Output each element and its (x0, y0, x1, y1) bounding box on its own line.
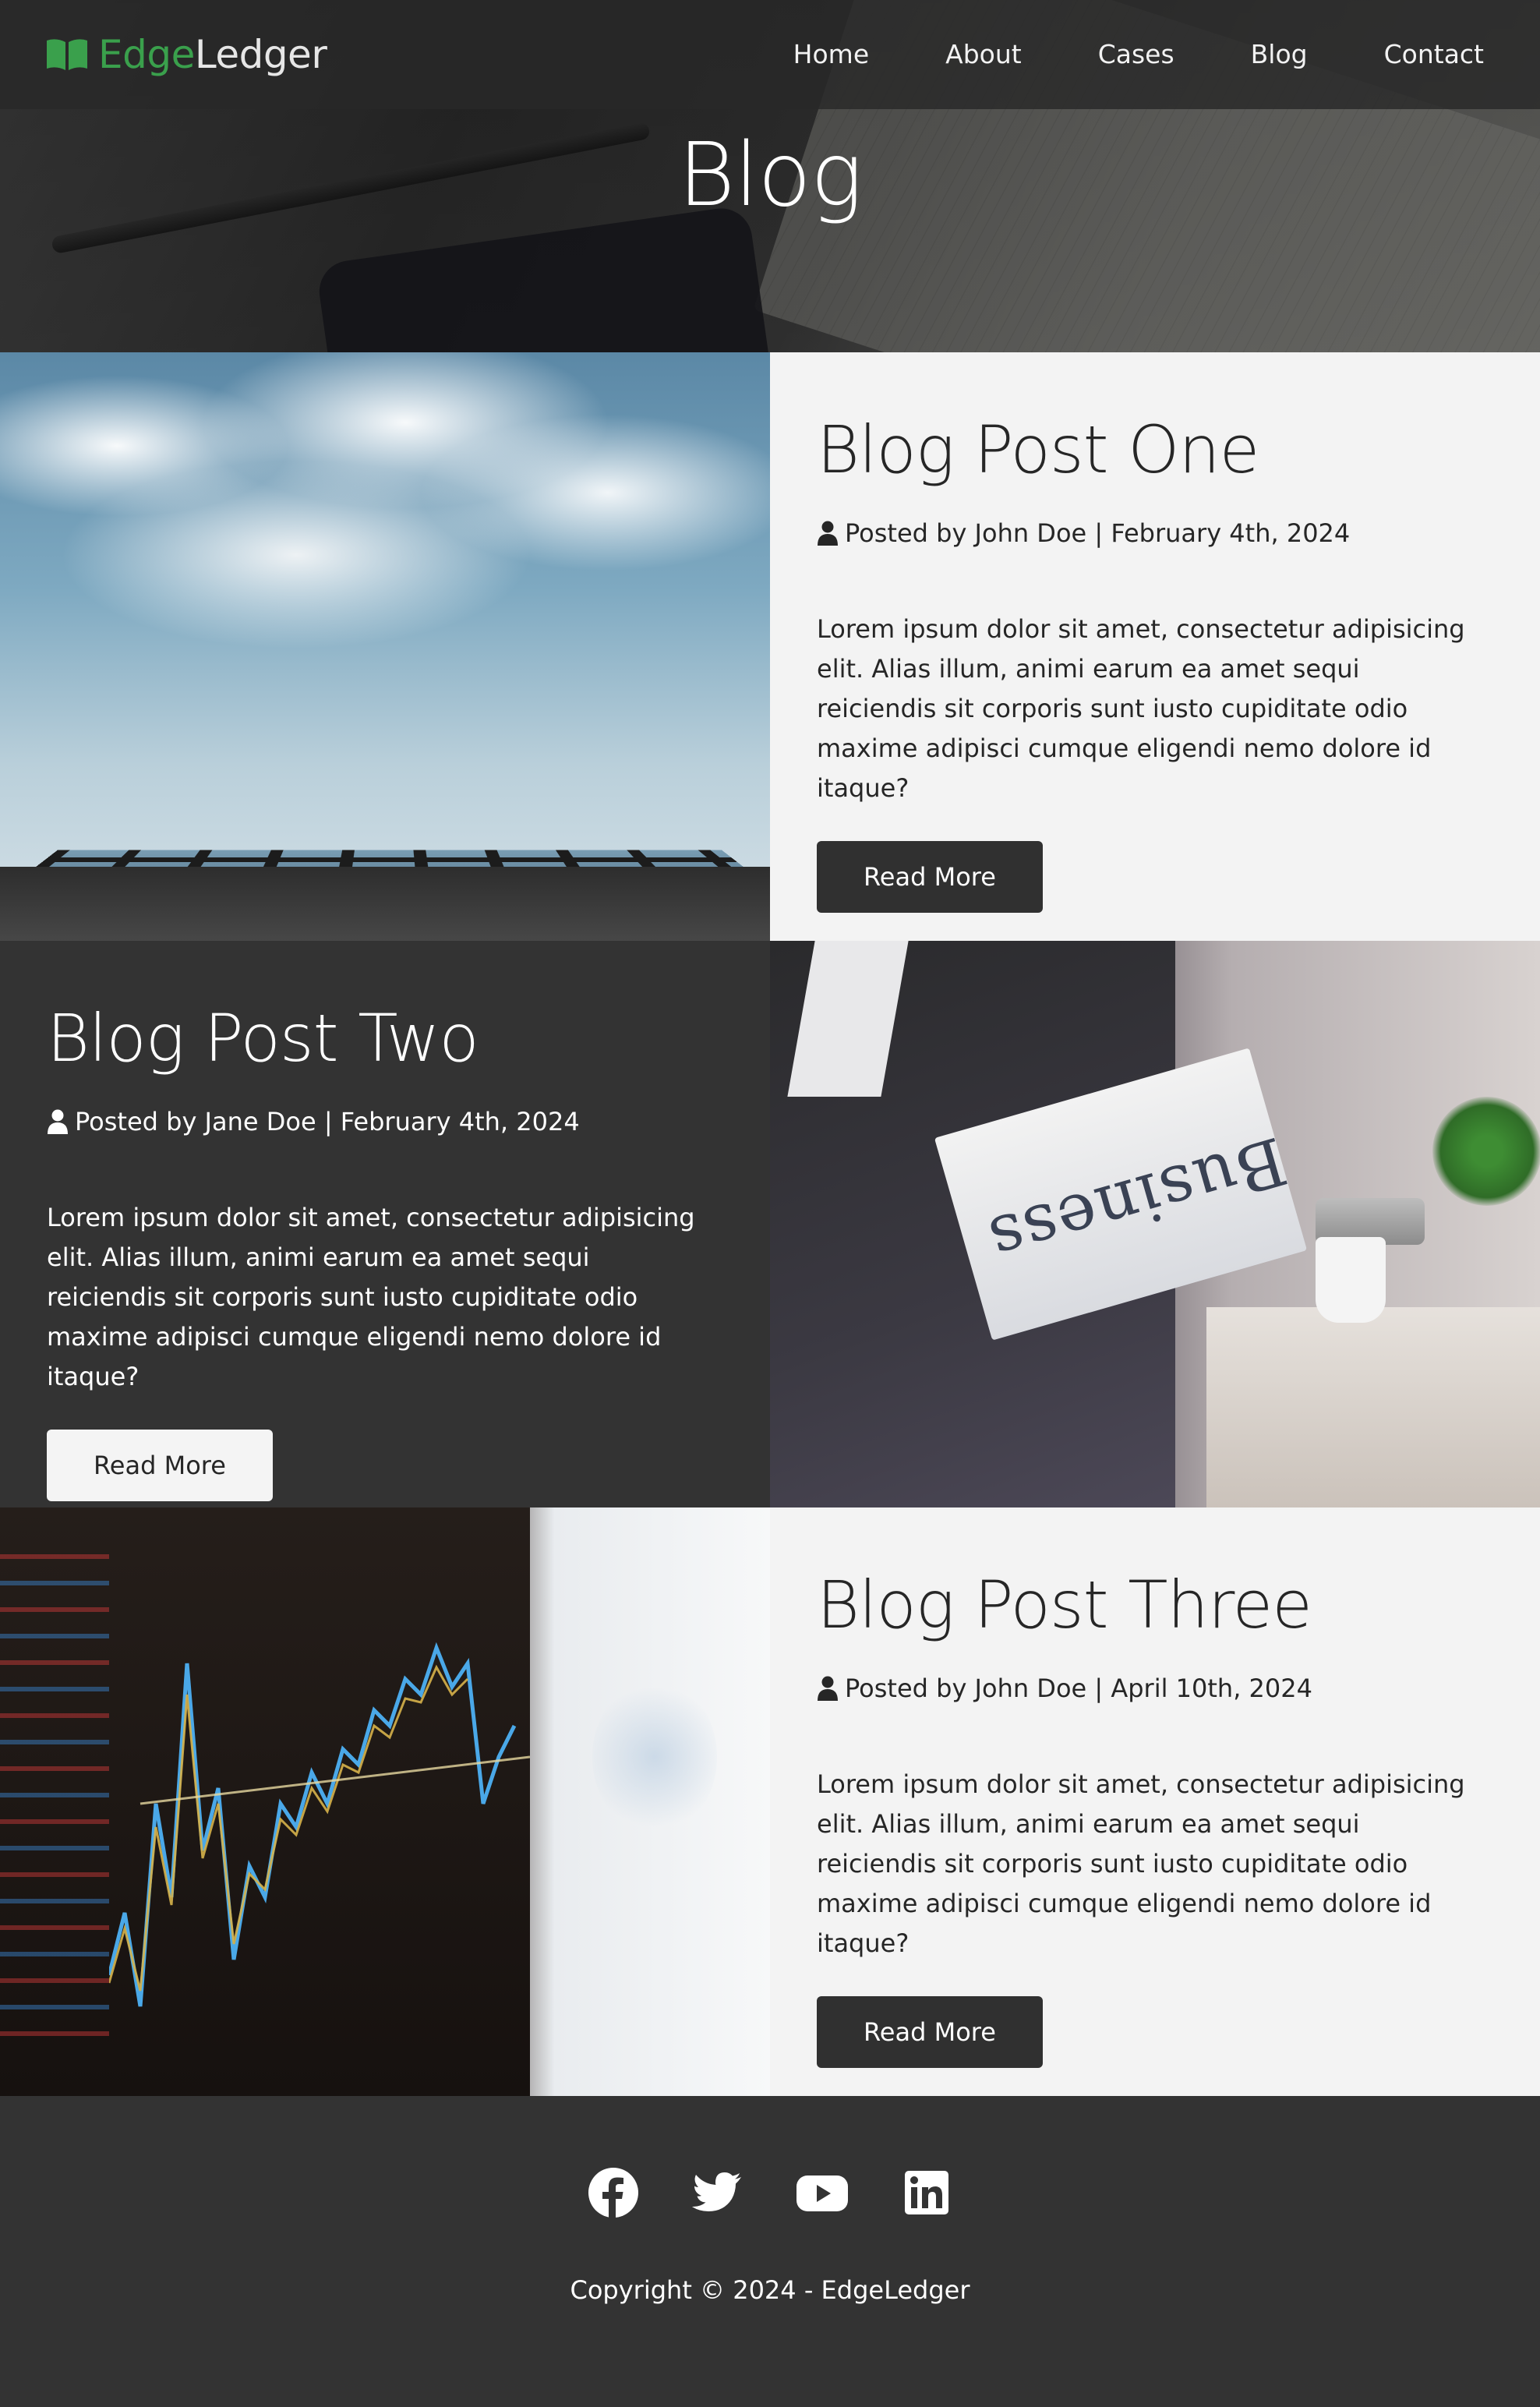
building-base (0, 867, 770, 941)
ticker-list (0, 1554, 109, 2053)
copyright-text: Copyright © 2024 - EdgeLedger (570, 2275, 970, 2305)
post-meta-text: Posted by John Doe | February 4th, 2024 (845, 518, 1351, 548)
read-more-button[interactable]: Read More (47, 1430, 273, 1501)
post-title[interactable]: Blog Post One (817, 407, 1493, 493)
brand-name-ledger: Ledger (194, 32, 327, 77)
facebook-icon[interactable] (587, 2166, 640, 2219)
desk (1206, 1307, 1540, 1507)
post-content: Blog Post Three Posted by John Doe | Apr… (770, 1507, 1540, 2096)
blog-post-card: Blog Post One Posted by John Doe | Febru… (0, 352, 1540, 941)
post-excerpt: Lorem ipsum dolor sit amet, consectetur … (47, 1203, 695, 1391)
candlestick-graph (109, 1642, 530, 2007)
post-meta-text: Posted by John Doe | April 10th, 2024 (845, 1674, 1312, 1703)
hero-phone-image (315, 204, 776, 352)
post-content: Blog Post One Posted by John Doe | Febru… (770, 352, 1540, 941)
post-title[interactable]: Blog Post Three (817, 1562, 1493, 1648)
main-nav: Home About Cases Blog Contact (755, 34, 1484, 75)
post-meta-text: Posted by Jane Doe | February 4th, 2024 (75, 1107, 580, 1136)
youtube-icon[interactable] (796, 2166, 849, 2219)
post-meta: Posted by Jane Doe | February 4th, 2024 (47, 1105, 723, 1139)
coffee-cup (1316, 1237, 1386, 1323)
window-light (592, 1679, 717, 1835)
brand-name-edge: Edge (98, 32, 195, 77)
post-excerpt: Lorem ipsum dolor sit amet, consectetur … (817, 1769, 1465, 1958)
linkedin-icon[interactable] (900, 2166, 953, 2219)
navbar: Edge Ledger Home About Cases Blog Contact (0, 0, 1540, 109)
nav-link-cases[interactable]: Cases (1060, 34, 1213, 75)
hero-section: Edge Ledger Home About Cases Blog Contact… (0, 0, 1540, 352)
stock-chart-photo (0, 1507, 770, 2096)
post-meta: Posted by John Doe | February 4th, 2024 (817, 516, 1493, 550)
plant (1432, 1097, 1540, 1206)
page-title: Blog (677, 125, 863, 226)
post-title[interactable]: Blog Post Two (47, 995, 723, 1081)
post-meta: Posted by John Doe | April 10th, 2024 (817, 1671, 1493, 1705)
blog-post-card: Blog Post Two Posted by Jane Doe | Febru… (0, 941, 1540, 1507)
post-content: Blog Post Two Posted by Jane Doe | Febru… (0, 941, 770, 1507)
book-open-icon (47, 39, 87, 70)
newspaper-headline: Business (980, 1122, 1295, 1280)
twitter-icon[interactable] (691, 2166, 744, 2219)
footer: Copyright © 2024 - EdgeLedger (0, 2096, 1540, 2407)
read-more-button[interactable]: Read More (817, 841, 1043, 913)
nav-link-about[interactable]: About (907, 34, 1060, 75)
read-more-button[interactable]: Read More (817, 1996, 1043, 2068)
nav-link-home[interactable]: Home (755, 34, 907, 75)
brand-logo[interactable]: Edge Ledger (45, 30, 327, 80)
user-icon (48, 1109, 68, 1134)
nav-link-blog[interactable]: Blog (1213, 34, 1346, 75)
user-icon (818, 521, 838, 546)
post-excerpt: Lorem ipsum dolor sit amet, consectetur … (817, 614, 1465, 803)
business-newspaper-photo: Business (770, 941, 1540, 1507)
building-sky-photo (0, 352, 770, 941)
blog-post-card: Blog Post Three Posted by John Doe | Apr… (0, 1507, 1540, 2096)
social-links (0, 2166, 1540, 2219)
nav-link-contact[interactable]: Contact (1346, 34, 1484, 75)
user-icon (818, 1676, 838, 1701)
